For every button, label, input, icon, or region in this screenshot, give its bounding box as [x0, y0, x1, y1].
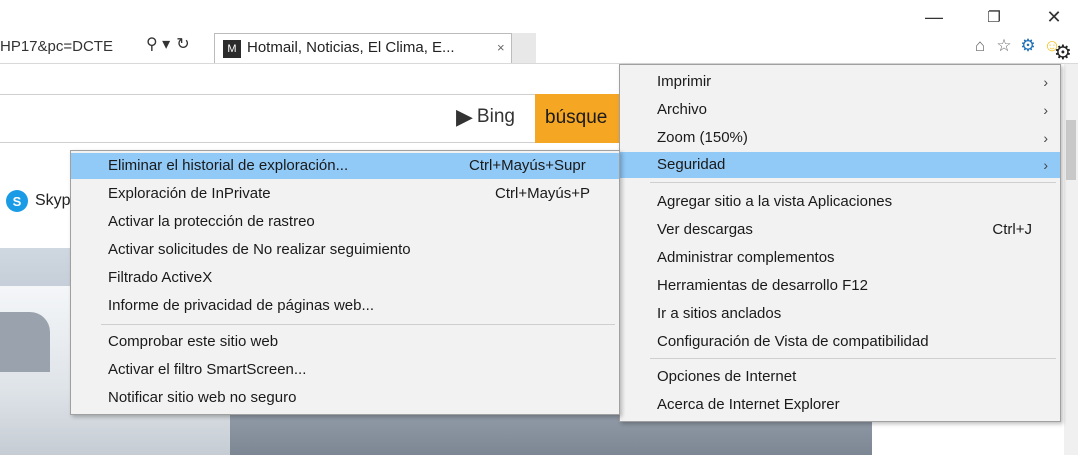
- menu-separator: [101, 324, 615, 325]
- skype-icon[interactable]: S: [6, 190, 28, 212]
- bing-search-bar[interactable]: [0, 94, 620, 143]
- submenu-item-smartscreen[interactable]: Activar el filtro SmartScreen...: [71, 357, 619, 383]
- submenu-item-filtrado-activex[interactable]: Filtrado ActiveX: [71, 265, 619, 291]
- menu-item-label: Administrar complementos: [657, 249, 835, 266]
- search-button[interactable]: búsque: [535, 94, 625, 143]
- security-submenu: Eliminar el historial de exploración... …: [70, 150, 620, 415]
- favorites-star-icon[interactable]: ☆: [994, 36, 1014, 56]
- menu-item-label: Activar el filtro SmartScreen...: [108, 361, 307, 378]
- bing-b-icon: ▶: [456, 104, 473, 129]
- menu-item-archivo[interactable]: Archivo ›: [620, 97, 1060, 123]
- menu-item-seguridad[interactable]: Seguridad ›: [620, 152, 1060, 178]
- bing-logo[interactable]: ▶ Bing: [456, 104, 515, 130]
- tools-gear-icon[interactable]: ⚙: [1018, 36, 1038, 56]
- menu-item-opciones-internet[interactable]: Opciones de Internet: [620, 364, 1060, 390]
- submenu-item-no-seguimiento[interactable]: Activar solicitudes de No realizar segui…: [71, 237, 619, 263]
- menu-item-acerca-de[interactable]: Acerca de Internet Explorer: [620, 392, 1060, 418]
- tab-close-icon[interactable]: ×: [497, 40, 505, 55]
- menu-item-label: Comprobar este sitio web: [108, 333, 279, 350]
- refresh-icon[interactable]: ↻: [176, 34, 189, 54]
- skype-link[interactable]: Skyp: [35, 192, 71, 210]
- menu-item-label: Ir a sitios anclados: [657, 305, 782, 322]
- menu-item-shortcut: Ctrl+Mayús+Supr: [469, 157, 586, 174]
- car-window: [0, 312, 50, 372]
- page-settings-gear-icon[interactable]: ⚙: [1054, 40, 1072, 65]
- menu-item-label: Filtrado ActiveX: [108, 269, 213, 286]
- menu-item-label: Informe de privacidad de páginas web...: [108, 297, 374, 314]
- menu-item-label: Opciones de Internet: [657, 368, 797, 385]
- close-window-button[interactable]: ✕: [1034, 4, 1074, 30]
- menu-item-label: Zoom (150%): [657, 129, 748, 146]
- menu-item-label: Agregar sitio a la vista Aplicaciones: [657, 193, 893, 210]
- menu-item-imprimir[interactable]: Imprimir ›: [620, 69, 1060, 95]
- menu-item-label: Configuración de Vista de compatibilidad: [657, 333, 929, 350]
- menu-item-label: Acerca de Internet Explorer: [657, 396, 840, 413]
- menu-item-label: Exploración de InPrivate: [108, 185, 271, 202]
- menu-item-shortcut: Ctrl+J: [992, 221, 1032, 238]
- toolbar-icons: ⌂ ☆ ⚙ ☺: [970, 36, 1062, 56]
- menu-item-label: Archivo: [657, 101, 708, 118]
- menu-item-zoom[interactable]: Zoom (150%) ›: [620, 125, 1060, 151]
- submenu-item-proteccion-rastreo[interactable]: Activar la protección de rastreo: [71, 209, 619, 235]
- submenu-item-notificar-sitio[interactable]: Notificar sitio web no seguro: [71, 385, 619, 411]
- restore-button[interactable]: ❐: [974, 4, 1014, 30]
- menu-item-label: Eliminar el historial de exploración...: [108, 157, 349, 174]
- menu-item-label: Imprimir: [657, 73, 712, 90]
- new-tab-button[interactable]: [512, 33, 536, 64]
- tab-title: Hotmail, Noticias, El Clima, E...: [247, 39, 455, 56]
- chevron-right-icon: ›: [1043, 74, 1048, 90]
- search-dropdown-icon[interactable]: ⚲ ▾: [146, 34, 170, 54]
- menu-item-sitios-anclados[interactable]: Ir a sitios anclados: [620, 301, 1060, 327]
- chevron-right-icon: ›: [1043, 130, 1048, 146]
- menu-item-shortcut: Ctrl+Mayús+P: [495, 185, 591, 202]
- menu-item-label: Herramientas de desarrollo F12: [657, 277, 868, 294]
- submenu-item-eliminar-historial[interactable]: Eliminar el historial de exploración... …: [71, 153, 619, 179]
- msn-butterfly-icon: M: [223, 40, 241, 58]
- menu-separator: [650, 358, 1056, 359]
- menu-item-label: Ver descargas: [657, 221, 753, 238]
- menu-item-administrar-complementos[interactable]: Administrar complementos: [620, 245, 1060, 271]
- address-bar-controls: ⚲ ▾ ↻: [146, 34, 190, 54]
- menu-separator: [650, 182, 1056, 183]
- browser-chrome: — ❐ ✕ HP17&pc=DCTE ⚲ ▾ ↻ M Hotmail, Noti…: [0, 0, 1078, 72]
- chevron-right-icon: ›: [1043, 157, 1048, 173]
- chevron-right-icon: ›: [1043, 102, 1048, 118]
- menu-item-label: Notificar sitio web no seguro: [108, 389, 297, 406]
- address-bar-url[interactable]: HP17&pc=DCTE: [0, 38, 113, 55]
- menu-item-label: Seguridad: [657, 156, 726, 173]
- minimize-button[interactable]: —: [914, 4, 954, 30]
- menu-item-herramientas-f12[interactable]: Herramientas de desarrollo F12: [620, 273, 1060, 299]
- home-icon[interactable]: ⌂: [970, 36, 990, 56]
- tools-menu: Imprimir › Archivo › Zoom (150%) › Segur…: [619, 64, 1061, 422]
- submenu-item-informe-privacidad[interactable]: Informe de privacidad de páginas web...: [71, 293, 619, 319]
- menu-item-vista-compatibilidad[interactable]: Configuración de Vista de compatibilidad: [620, 329, 1060, 355]
- bing-label: Bing: [476, 106, 515, 127]
- submenu-item-comprobar-sitio[interactable]: Comprobar este sitio web: [71, 329, 619, 355]
- menu-item-ver-descargas[interactable]: Ver descargas Ctrl+J: [620, 217, 1060, 243]
- menu-item-label: Activar la protección de rastreo: [108, 213, 315, 230]
- menu-item-agregar-sitio[interactable]: Agregar sitio a la vista Aplicaciones: [620, 189, 1060, 215]
- scrollbar-thumb[interactable]: [1066, 120, 1076, 180]
- menu-item-label: Activar solicitudes de No realizar segui…: [108, 241, 411, 258]
- browser-tab[interactable]: M Hotmail, Noticias, El Clima, E... ×: [214, 33, 512, 63]
- submenu-item-inprivate[interactable]: Exploración de InPrivate Ctrl+Mayús+P: [71, 181, 619, 207]
